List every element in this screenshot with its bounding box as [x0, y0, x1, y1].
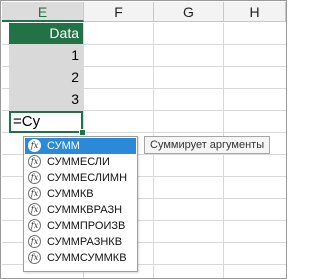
autocomplete-item-label: СУММКВРАЗН	[47, 204, 123, 216]
autocomplete-item-label: СУММСУММКВ	[47, 252, 127, 264]
autocomplete-item-label: СУММКВ	[47, 188, 94, 200]
autocomplete-item[interactable]: fx СУММПРОИЗВ	[25, 218, 136, 234]
fx-function-icon: fx	[28, 171, 41, 184]
autocomplete-item[interactable]: fx СУММРАЗНКВ	[25, 234, 136, 250]
active-cell-editor[interactable]: =Cy	[9, 111, 83, 133]
autocomplete-item[interactable]: fx СУММЕСЛИ	[25, 154, 136, 170]
autocomplete-item-label: СУММЕСЛИ	[47, 156, 110, 168]
autocomplete-item-label: СУММПРОИЗВ	[47, 220, 126, 232]
cell-e-value-1[interactable]: 1	[9, 45, 83, 66]
fx-function-icon: fx	[28, 251, 41, 264]
fx-function-icon: fx	[28, 235, 41, 248]
column-header-h[interactable]: H	[224, 2, 286, 22]
autocomplete-item[interactable]: fx СУММСУММКВ	[25, 250, 136, 266]
autocomplete-item[interactable]: fx СУММКВ	[25, 186, 136, 202]
column-header-f[interactable]: F	[84, 2, 154, 22]
column-header-g[interactable]: G	[154, 2, 224, 22]
cell-e-value-3[interactable]: 3	[9, 89, 83, 110]
spreadsheet-window: E F G H Data 1 2 3 =Cy fx СУММ fx СУММЕСЛИ…	[0, 0, 287, 279]
cell-e-value-2[interactable]: 2	[9, 67, 83, 88]
cell-e-header[interactable]: Data	[9, 23, 83, 44]
fill-handle[interactable]	[79, 129, 86, 136]
autocomplete-item[interactable]: fx СУММКВРАЗН	[25, 202, 136, 218]
autocomplete-item[interactable]: fx СУММ	[25, 138, 136, 154]
fx-function-icon: fx	[28, 155, 41, 168]
fx-function-icon: fx	[28, 187, 41, 200]
autocomplete-item-label: СУММЕСЛИМН	[47, 172, 128, 184]
autocomplete-item-label: СУММРАЗНКВ	[47, 236, 123, 248]
fx-function-icon: fx	[28, 139, 41, 152]
function-autocomplete-list[interactable]: fx СУММ fx СУММЕСЛИ fx СУММЕСЛИМН fx СУММКВ …	[23, 136, 138, 272]
fx-function-icon: fx	[28, 203, 41, 216]
autocomplete-item[interactable]: fx СУММЕСЛИМН	[25, 170, 136, 186]
column-header-e[interactable]: E	[2, 2, 84, 22]
fx-function-icon: fx	[28, 219, 41, 232]
autocomplete-item-label: СУММ	[47, 140, 80, 152]
function-tooltip: Суммирует аргументы	[144, 136, 271, 154]
